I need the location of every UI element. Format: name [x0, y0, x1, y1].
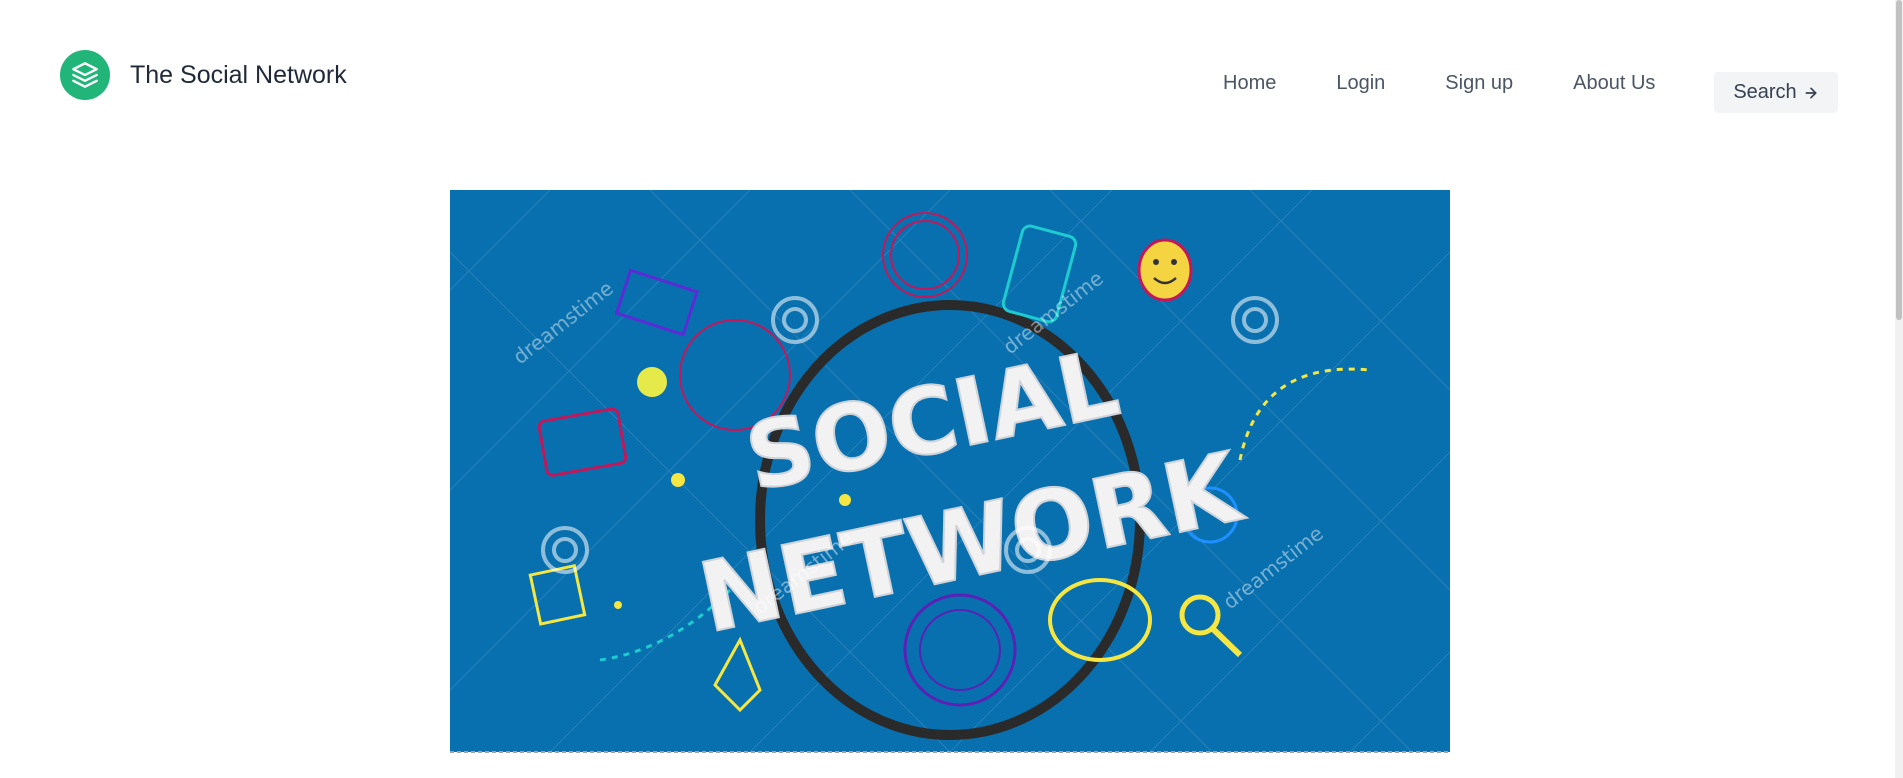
scrollbar-thumb[interactable]	[1896, 0, 1902, 320]
hero-bottom-border	[450, 751, 1450, 753]
nav-signup-link[interactable]: Sign up	[1445, 72, 1513, 95]
layers-icon	[60, 50, 110, 100]
main-nav: Home Login Sign up About Us	[1223, 72, 1655, 95]
social-network-illustration: SOCIAL NETWORK dreamstime dreamstime dre…	[450, 190, 1450, 752]
page-scrollbar[interactable]	[1895, 0, 1903, 778]
search-button-label: Search	[1733, 81, 1797, 103]
arrow-right-icon	[1805, 87, 1817, 98]
search-button[interactable]: Search	[1714, 72, 1838, 113]
nav-home-link[interactable]: Home	[1223, 72, 1276, 95]
nav-login-link[interactable]: Login	[1336, 72, 1385, 95]
nav-about-link[interactable]: About Us	[1573, 72, 1655, 95]
brand[interactable]: The Social Network	[60, 50, 347, 100]
brand-name: The Social Network	[130, 60, 347, 89]
hero-image: SOCIAL NETWORK dreamstime dreamstime dre…	[450, 190, 1450, 752]
site-header: The Social Network Home Login Sign up Ab…	[0, 0, 1903, 150]
